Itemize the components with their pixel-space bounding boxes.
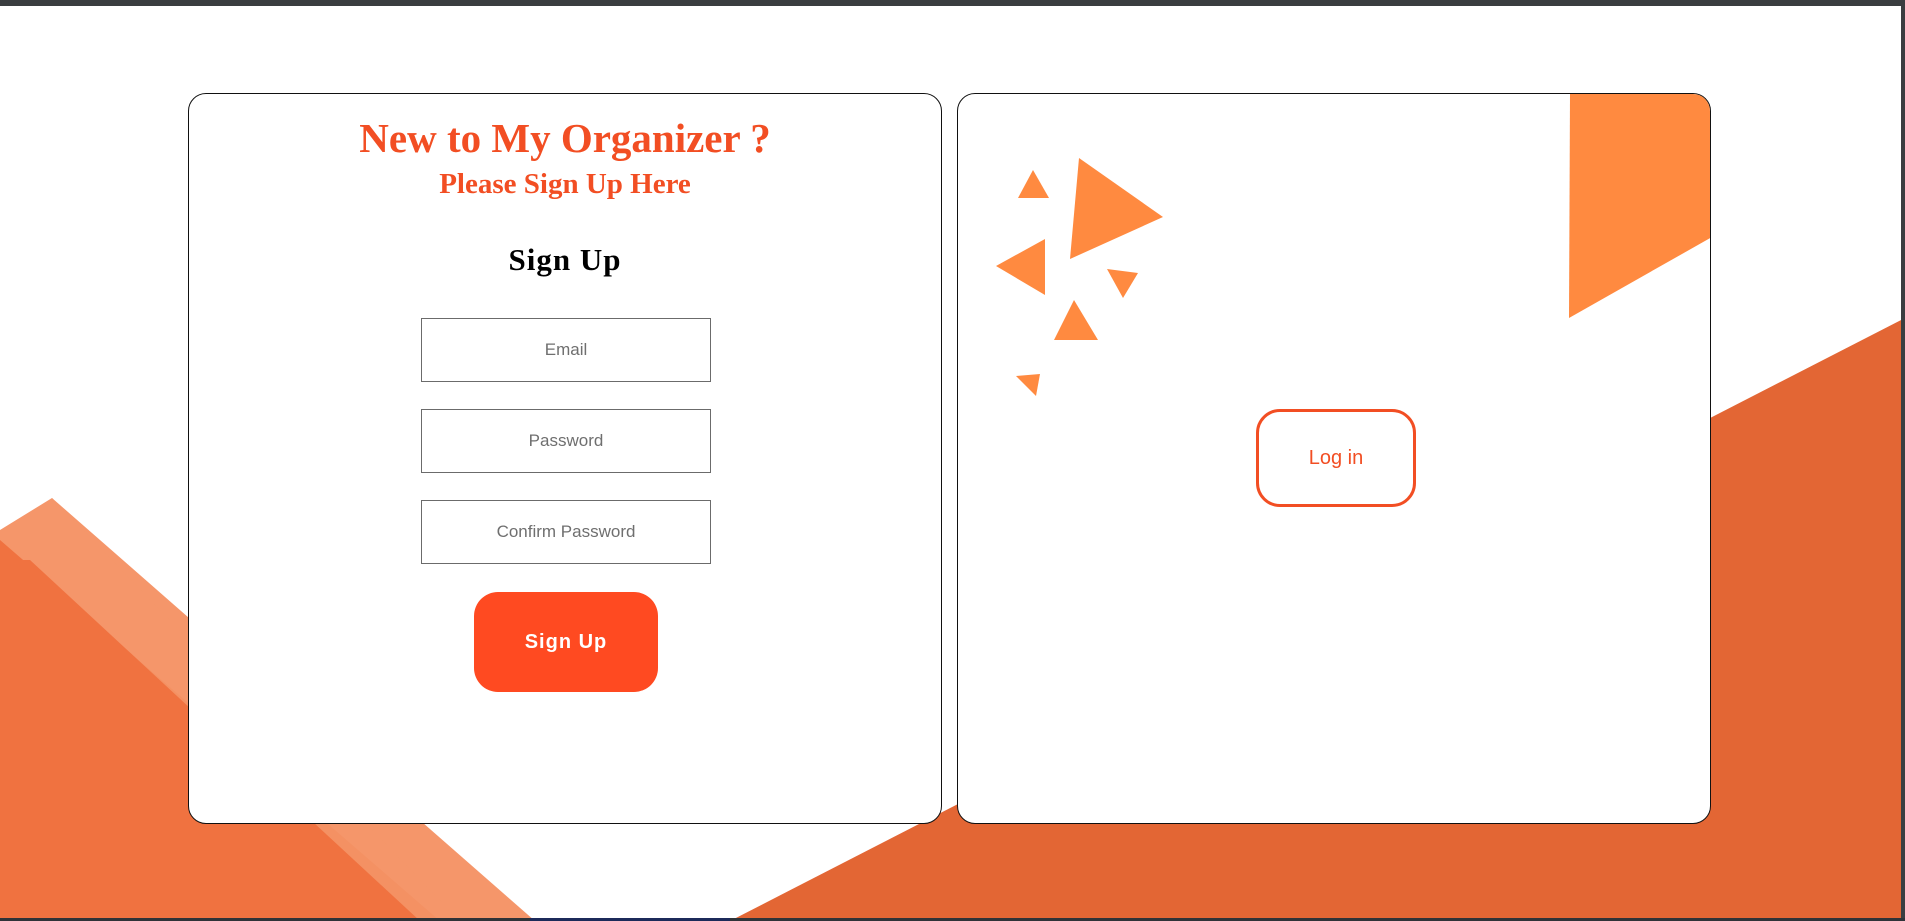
login-card: Log in	[957, 93, 1711, 824]
triangle-tiny	[1016, 374, 1040, 396]
triangle-small-1	[1018, 170, 1049, 198]
triangle-left	[996, 239, 1045, 295]
confirm-password-input[interactable]	[421, 500, 711, 564]
login-button[interactable]: Log in	[1256, 409, 1416, 507]
triangle-large	[1070, 158, 1163, 259]
corner-shape	[1569, 94, 1710, 318]
signup-subheading: Please Sign Up Here	[439, 168, 691, 200]
window-right-border	[1901, 0, 1905, 921]
triangle-small-2	[1107, 269, 1138, 298]
signup-card: New to My Organizer ? Please Sign Up Her…	[188, 93, 942, 824]
password-input[interactable]	[421, 409, 711, 473]
signup-button[interactable]: Sign Up	[474, 592, 658, 692]
signup-heading: New to My Organizer ?	[359, 115, 771, 161]
signup-form-title: Sign Up	[508, 242, 622, 277]
email-input[interactable]	[421, 318, 711, 382]
triangle-mid	[1054, 300, 1098, 340]
